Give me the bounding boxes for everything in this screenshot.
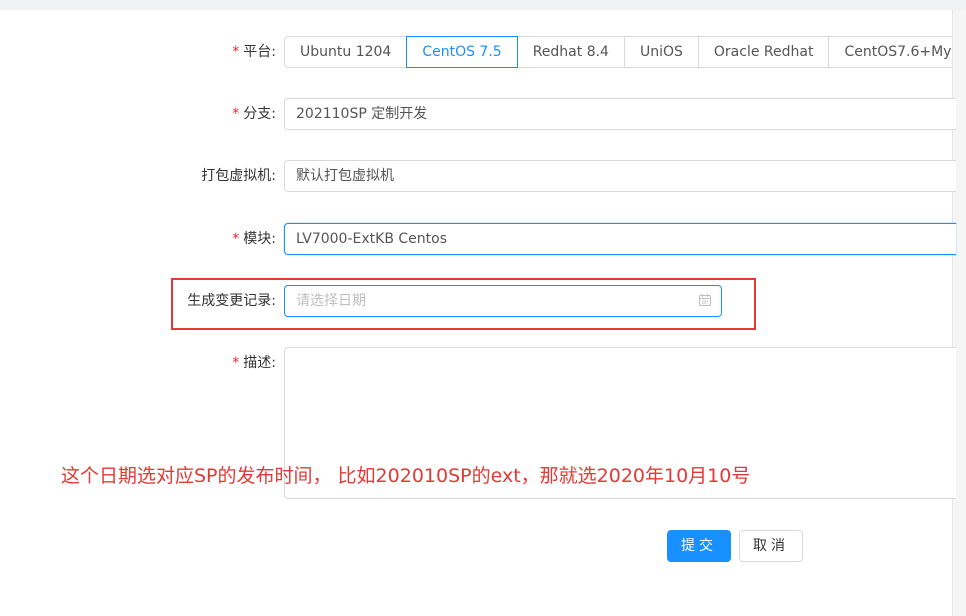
cancel-button[interactable]: 取消 [739,530,803,562]
calendar-icon [699,294,711,306]
changelog-label: 生成变更记录: [187,293,276,309]
vm-select[interactable]: 默认打包虚拟机 [284,160,956,192]
platform-label-text: 平台: [243,44,276,60]
branch-label: * 分支: [232,104,276,124]
platform-option-ubuntu-1204[interactable]: Ubuntu 1204 [284,36,408,68]
changelog-date-picker[interactable]: 请选择日期 [284,285,722,317]
annotation-text: 这个日期选对应SP的发布时间， 比如202010SP的ext，那就选2020年1… [61,465,751,487]
required-mark: * [232,231,240,247]
required-mark: * [232,44,240,60]
module-label-text: 模块: [243,231,276,247]
top-strip [0,0,966,10]
module-select[interactable]: LV7000-ExtKB Centos [284,223,956,255]
submit-button[interactable]: 提交 [667,530,731,562]
description-label: * 描述: [232,353,276,373]
platform-option-oracle-redhat[interactable]: Oracle Redhat [698,36,830,68]
platform-option-redhat-8-4[interactable]: Redhat 8.4 [517,36,625,68]
branch-label-text: 分支: [243,106,276,122]
platform-option-centos-mysql[interactable]: CentOS7.6+MySQL [829,36,952,68]
platform-option-unios[interactable]: UniOS [624,36,699,68]
required-mark: * [232,355,240,371]
platform-selector: Ubuntu 1204 CentOS 7.5 Redhat 8.4 UniOS … [284,36,952,68]
required-mark: * [232,106,240,122]
platform-option-centos-7-5[interactable]: CentOS 7.5 [406,36,518,68]
module-label: * 模块: [232,229,276,249]
date-placeholder: 请选择日期 [296,293,366,309]
vm-label: 打包虚拟机: [201,168,276,184]
branch-select[interactable]: 202110SP 定制开发 [284,98,956,130]
platform-label: * 平台: [232,42,276,62]
description-label-text: 描述: [243,355,276,371]
